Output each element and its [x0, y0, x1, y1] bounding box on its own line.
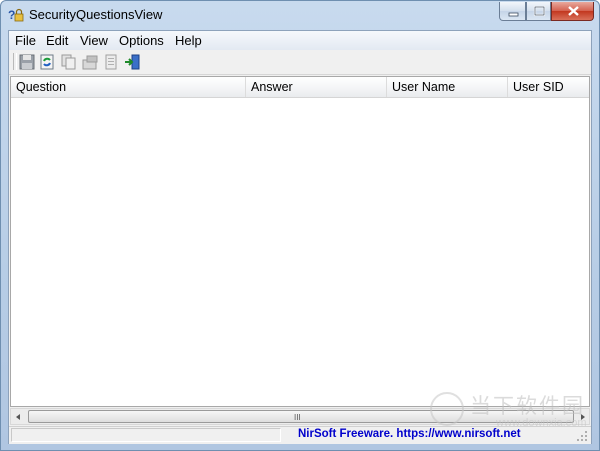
minimize-icon	[508, 12, 519, 17]
app-icon: ?	[8, 8, 24, 22]
menu-options[interactable]: Options	[119, 33, 164, 48]
save-icon[interactable]	[18, 53, 36, 71]
toolbar-separator	[13, 53, 17, 70]
scrollbar-grip: III	[294, 413, 301, 422]
copy-icon[interactable]	[59, 53, 77, 71]
window-title: SecurityQuestionsView	[29, 7, 163, 22]
size-grip-icon[interactable]	[575, 429, 589, 443]
menu-edit[interactable]: Edit	[46, 33, 68, 48]
svg-text:?: ?	[8, 8, 15, 22]
minimize-button[interactable]	[499, 2, 526, 21]
scroll-right-icon[interactable]	[577, 412, 587, 422]
scrollbar-thumb[interactable]: III	[28, 410, 574, 423]
close-icon	[568, 6, 579, 16]
maximize-button[interactable]	[526, 2, 551, 21]
menu-file[interactable]: File	[15, 33, 36, 48]
horizontal-scrollbar[interactable]: III	[10, 408, 590, 425]
report-icon[interactable]	[102, 53, 120, 71]
questions-list[interactable]: Question Answer User Name User SID	[10, 76, 590, 407]
refresh-icon[interactable]	[38, 53, 56, 71]
scroll-left-icon[interactable]	[14, 412, 24, 422]
app-window: ? SecurityQuestionsView File Edit View O…	[0, 0, 600, 451]
status-panel	[11, 428, 281, 442]
column-question[interactable]: Question	[11, 77, 246, 97]
maximize-icon	[533, 5, 546, 17]
properties-icon[interactable]	[81, 53, 99, 71]
list-header: Question Answer User Name User SID	[11, 77, 589, 98]
title-bar[interactable]: ? SecurityQuestionsView	[1, 1, 599, 29]
toolbar	[9, 50, 591, 75]
menu-help[interactable]: Help	[175, 33, 202, 48]
status-bar: NirSoft Freeware. https://www.nirsoft.ne…	[9, 426, 591, 444]
column-user-name[interactable]: User Name	[387, 77, 508, 97]
close-button[interactable]	[551, 2, 594, 21]
column-user-sid[interactable]: User SID	[508, 77, 589, 97]
menu-view[interactable]: View	[80, 33, 108, 48]
exit-icon[interactable]	[124, 53, 142, 71]
column-answer[interactable]: Answer	[246, 77, 387, 97]
client-area: File Edit View Options Help Question Ans…	[8, 30, 592, 444]
menu-bar: File Edit View Options Help	[9, 31, 591, 50]
nirsoft-link[interactable]: NirSoft Freeware. https://www.nirsoft.ne…	[298, 428, 521, 440]
